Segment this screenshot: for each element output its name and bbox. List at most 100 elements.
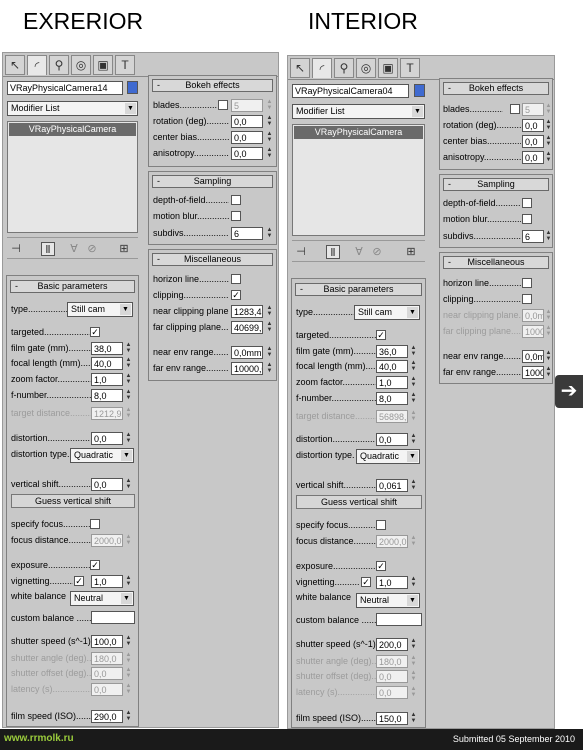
configure-sets-icon[interactable]: ⊞ bbox=[117, 242, 131, 256]
hierarchy-tab-icon[interactable]: ⚲ bbox=[49, 55, 69, 75]
make-unique-icon[interactable]: ∀ bbox=[352, 245, 366, 259]
distortion-spinner[interactable]: ▲ ▼ bbox=[125, 432, 132, 445]
blades-checkbox[interactable] bbox=[218, 100, 228, 110]
vertical-shift-spinner[interactable]: ▲ ▼ bbox=[410, 479, 417, 492]
object-name-field[interactable]: VRayPhysicalCamera04 bbox=[292, 84, 409, 98]
zoom-factor-spinner[interactable]: ▲ ▼ bbox=[125, 373, 132, 386]
modifier-list-dropdown[interactable]: Modifier List ▼ bbox=[292, 104, 425, 119]
blades-checkbox[interactable] bbox=[510, 104, 520, 114]
hierarchy-tab-icon[interactable]: ⚲ bbox=[334, 58, 354, 78]
show-end-result-icon[interactable]: Ⅱ bbox=[41, 242, 55, 256]
near-clip-spinner[interactable]: ▲ ▼ bbox=[266, 305, 273, 318]
white-balance-dropdown[interactable]: Neutral ▼ bbox=[70, 591, 134, 606]
exposure-checkbox[interactable]: ✓ bbox=[90, 560, 100, 570]
object-name-field[interactable]: VRayPhysicalCamera14 bbox=[7, 81, 123, 95]
f-number-field[interactable]: 8,0 bbox=[376, 392, 408, 405]
subdivs-field[interactable]: 6 bbox=[522, 230, 544, 243]
vignetting-checkbox[interactable]: ✓ bbox=[74, 576, 84, 586]
film-gate-spinner[interactable]: ▲ ▼ bbox=[125, 342, 132, 355]
anisotropy-field[interactable]: 0,0 bbox=[231, 147, 263, 160]
near-env-field[interactable]: 0,0mm bbox=[522, 350, 544, 363]
vertical-shift-field[interactable]: 0,061 bbox=[376, 479, 408, 492]
film-speed-field[interactable]: 290,0 bbox=[91, 710, 123, 723]
center-bias-field[interactable]: 0,0 bbox=[522, 135, 544, 148]
rollout-header-bokeh[interactable]: - Bokeh effects bbox=[443, 82, 549, 95]
dof-checkbox[interactable] bbox=[522, 198, 532, 208]
display-tab-icon[interactable]: ▣ bbox=[93, 55, 113, 75]
motion-tab-icon[interactable]: ◎ bbox=[356, 58, 376, 78]
film-gate-spinner[interactable]: ▲ ▼ bbox=[410, 345, 417, 358]
shutter-speed-spinner[interactable]: ▲ ▼ bbox=[125, 635, 132, 648]
focal-length-spinner[interactable]: ▲ ▼ bbox=[125, 357, 132, 370]
vignetting-field[interactable]: 1,0 bbox=[376, 576, 408, 589]
far-env-spinner[interactable]: ▲ ▼ bbox=[545, 366, 552, 379]
create-tab-icon[interactable]: ↖ bbox=[5, 55, 25, 75]
modify-tab-icon[interactable]: ◜ bbox=[27, 55, 47, 75]
distortion-field[interactable]: 0,0 bbox=[376, 433, 408, 446]
rollout-header-misc[interactable]: - Miscellaneous bbox=[152, 253, 273, 266]
far-clip-spinner[interactable]: ▲ ▼ bbox=[266, 321, 273, 334]
object-color-swatch[interactable] bbox=[414, 84, 425, 97]
type-dropdown[interactable]: Still cam ▼ bbox=[354, 305, 420, 320]
rollout-header-basic[interactable]: - Basic parameters bbox=[295, 283, 422, 296]
targeted-checkbox[interactable]: ✓ bbox=[90, 327, 100, 337]
vignetting-field[interactable]: 1,0 bbox=[91, 575, 123, 588]
horizon-line-checkbox[interactable] bbox=[231, 274, 241, 284]
stack-item-camera[interactable]: VRayPhysicalCamera bbox=[294, 126, 423, 139]
vertical-shift-spinner[interactable]: ▲ ▼ bbox=[125, 478, 132, 491]
pin-stack-icon[interactable]: ⊣ bbox=[9, 242, 23, 256]
utilities-tab-icon[interactable]: T bbox=[115, 55, 135, 75]
focal-length-spinner[interactable]: ▲ ▼ bbox=[410, 360, 417, 373]
film-gate-field[interactable]: 36,0 bbox=[376, 345, 408, 358]
near-env-field[interactable]: 0,0mm bbox=[231, 346, 263, 359]
motion-tab-icon[interactable]: ◎ bbox=[71, 55, 91, 75]
dof-checkbox[interactable] bbox=[231, 195, 241, 205]
vignetting-spinner[interactable]: ▲ ▼ bbox=[125, 575, 132, 588]
near-clip-field[interactable]: 1283,42 bbox=[231, 305, 263, 318]
utilities-tab-icon[interactable]: T bbox=[400, 58, 420, 78]
rotation-field[interactable]: 0,0 bbox=[231, 115, 263, 128]
stack-item-camera[interactable]: VRayPhysicalCamera bbox=[9, 123, 136, 136]
remove-modifier-icon[interactable]: ⊘ bbox=[370, 245, 384, 259]
modifier-stack[interactable]: VRayPhysicalCamera bbox=[7, 121, 138, 233]
type-dropdown[interactable]: Still cam ▼ bbox=[67, 302, 133, 317]
pin-stack-icon[interactable]: ⊣ bbox=[294, 245, 308, 259]
shutter-speed-spinner[interactable]: ▲ ▼ bbox=[410, 638, 417, 651]
motion-blur-checkbox[interactable] bbox=[522, 214, 532, 224]
zoom-factor-spinner[interactable]: ▲ ▼ bbox=[410, 376, 417, 389]
custom-balance-swatch[interactable] bbox=[91, 611, 135, 624]
shutter-speed-field[interactable]: 100,0 bbox=[91, 635, 123, 648]
focal-length-field[interactable]: 40,0 bbox=[376, 360, 408, 373]
modifier-stack[interactable]: VRayPhysicalCamera bbox=[292, 124, 425, 236]
horizon-line-checkbox[interactable] bbox=[522, 278, 532, 288]
subdivs-spinner[interactable]: ▲ ▼ bbox=[545, 230, 552, 243]
display-tab-icon[interactable]: ▣ bbox=[378, 58, 398, 78]
modify-tab-icon[interactable]: ◜ bbox=[312, 58, 332, 78]
distortion-type-dropdown[interactable]: Quadratic ▼ bbox=[70, 448, 134, 463]
rotation-spinner[interactable]: ▲ ▼ bbox=[266, 115, 273, 128]
vertical-shift-field[interactable]: 0,0 bbox=[91, 478, 123, 491]
rollout-header-misc[interactable]: - Miscellaneous bbox=[443, 256, 549, 269]
remove-modifier-icon[interactable]: ⊘ bbox=[85, 242, 99, 256]
rotation-field[interactable]: 0,0 bbox=[522, 119, 544, 132]
film-gate-field[interactable]: 38,0 bbox=[91, 342, 123, 355]
specify-focus-checkbox[interactable] bbox=[376, 520, 386, 530]
vignetting-checkbox[interactable]: ✓ bbox=[361, 577, 371, 587]
vignetting-spinner[interactable]: ▲ ▼ bbox=[410, 576, 417, 589]
film-speed-spinner[interactable]: ▲ ▼ bbox=[410, 712, 417, 725]
far-env-field[interactable]: 10000,0 bbox=[522, 366, 544, 379]
motion-blur-checkbox[interactable] bbox=[231, 211, 241, 221]
rollout-header-sampling[interactable]: - Sampling bbox=[443, 178, 549, 191]
rollout-header-sampling[interactable]: - Sampling bbox=[152, 175, 273, 188]
subdivs-spinner[interactable]: ▲ ▼ bbox=[266, 227, 273, 240]
clipping-checkbox[interactable]: ✓ bbox=[231, 290, 241, 300]
film-speed-field[interactable]: 150,0 bbox=[376, 712, 408, 725]
shutter-speed-field[interactable]: 200,0 bbox=[376, 638, 408, 651]
show-end-result-icon[interactable]: Ⅱ bbox=[326, 245, 340, 259]
white-balance-dropdown[interactable]: Neutral ▼ bbox=[356, 593, 420, 608]
create-tab-icon[interactable]: ↖ bbox=[290, 58, 310, 78]
distortion-type-dropdown[interactable]: Quadratic ▼ bbox=[356, 449, 420, 464]
zoom-factor-field[interactable]: 1,0 bbox=[376, 376, 408, 389]
f-number-field[interactable]: 8,0 bbox=[91, 389, 123, 402]
guess-vertical-shift-button[interactable]: Guess vertical shift bbox=[11, 494, 135, 508]
